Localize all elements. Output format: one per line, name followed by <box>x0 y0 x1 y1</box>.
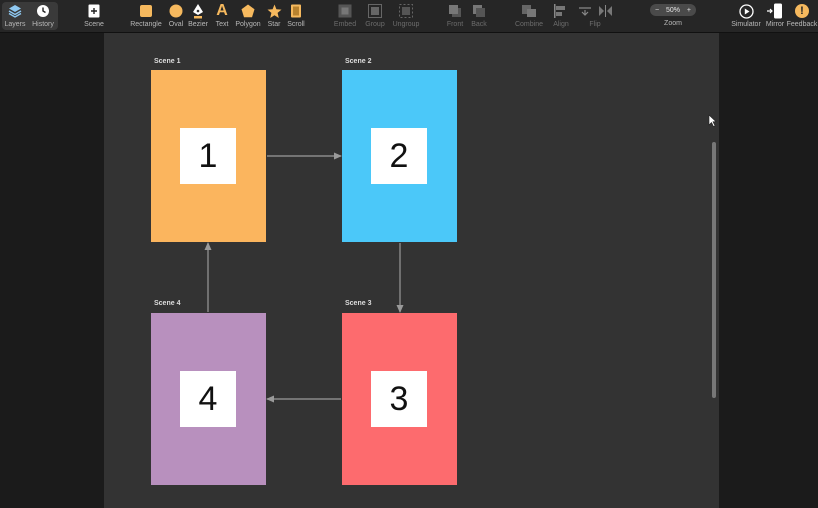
transition-arrows <box>204 114 717 403</box>
mouse-cursor-icon <box>708 114 717 127</box>
vertical-scrollbar[interactable] <box>712 142 716 398</box>
